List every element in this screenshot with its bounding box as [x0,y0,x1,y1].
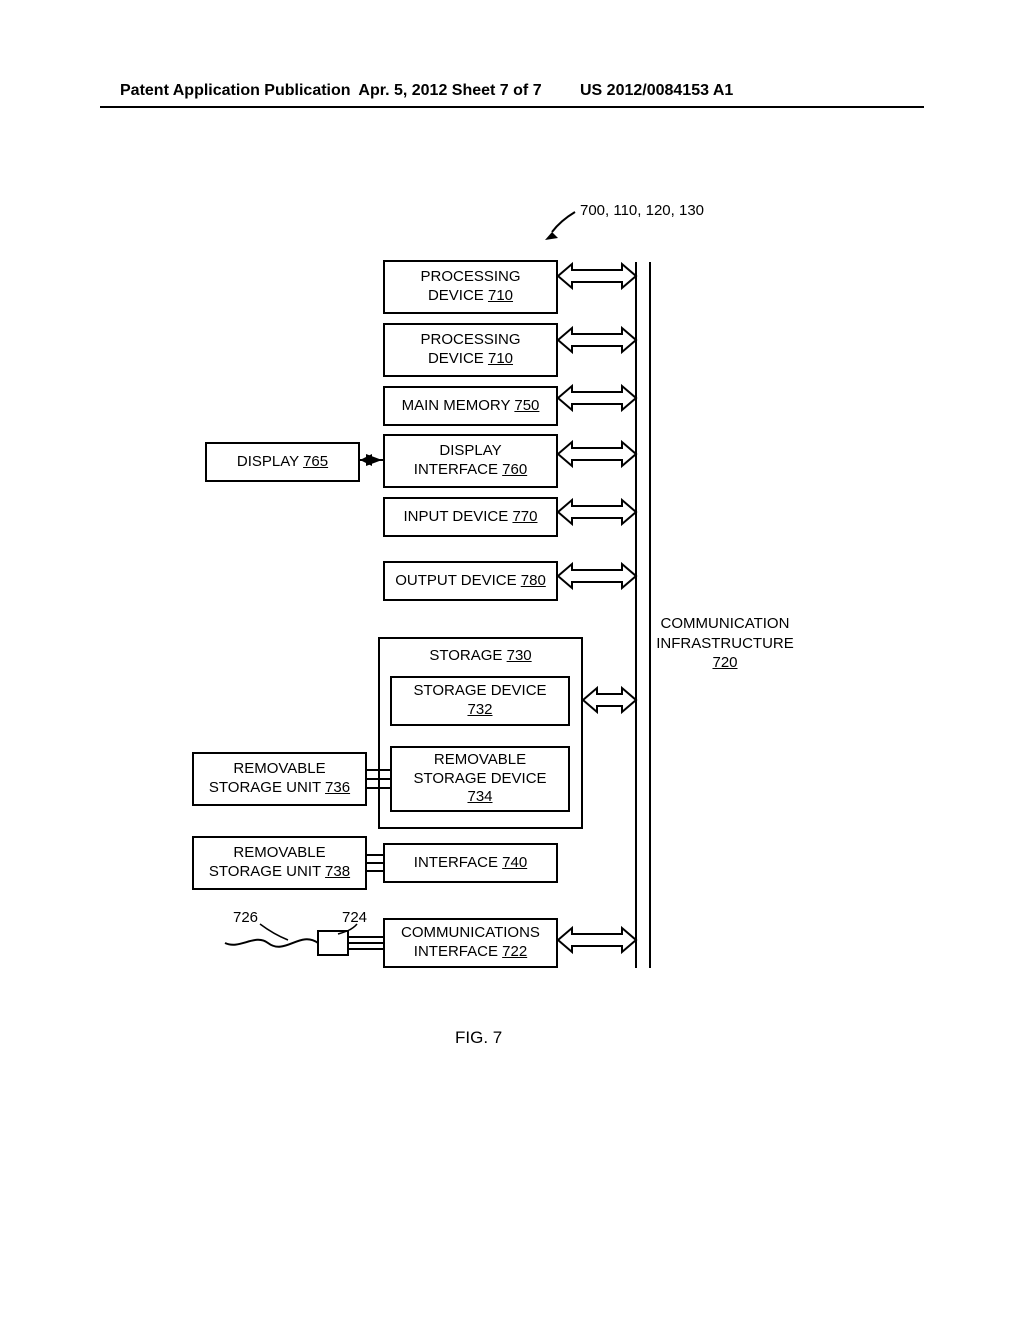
block-main-memory: MAIN MEMORY 750 [383,386,558,426]
line1: COMMUNICATION [640,614,810,634]
line1: COMMUNICATIONS [401,924,540,943]
line1: REMOVABLE [233,760,325,779]
line1: PROCESSING [420,331,520,350]
block-input-device: INPUT DEVICE 770 [383,497,558,537]
bus-arrow-icon [558,328,636,352]
line2: STORAGE DEVICE [413,770,546,789]
line2: DEVICE 710 [428,350,513,369]
line2: INTERFACE 722 [414,943,527,962]
pointer-label: 700, 110, 120, 130 [580,202,704,219]
block-display-interface: DISPLAY INTERFACE 760 [383,434,558,488]
bus-arrow-icon [558,386,636,410]
line: DISPLAY 765 [237,453,328,472]
line2: INTERFACE 760 [414,461,527,480]
line: INPUT DEVICE 770 [404,508,538,527]
block-removable-storage-device: REMOVABLE STORAGE DEVICE 734 [390,746,570,812]
line: OUTPUT DEVICE 780 [395,572,546,591]
bus-arrow-icon [558,442,636,466]
block-communications-interface: COMMUNICATIONS INTERFACE 722 [383,918,558,968]
block-interface-740: INTERFACE 740 [383,843,558,883]
block-display: DISPLAY 765 [205,442,360,482]
bus-arrow-icon [558,264,636,288]
line1: REMOVABLE [233,844,325,863]
figure-caption: FIG. 7 [455,1028,502,1048]
block-storage-device: STORAGE DEVICE 732 [390,676,570,726]
block-removable-unit-736: REMOVABLE STORAGE UNIT 736 [192,752,367,806]
bus-arrow-icon [558,928,636,952]
callout-724: 724 [342,909,367,926]
line3: 734 [467,788,492,807]
line1: PROCESSING [420,268,520,287]
bus-arrow-icon [558,500,636,524]
line2: STORAGE UNIT 738 [209,863,350,882]
path-724-box [318,931,348,955]
line3: 720 [640,653,810,673]
line: MAIN MEMORY 750 [402,397,540,416]
line2: 732 [467,701,492,720]
path-726-squiggle [225,939,318,947]
bus-label: COMMUNICATION INFRASTRUCTURE 720 [640,614,810,673]
block-processing-1: PROCESSING DEVICE 710 [383,260,558,314]
diagram-figure-7: 700, 110, 120, 130 PROCESSING DEVICE DEV… [0,0,1024,1320]
line: STORAGE 730 [429,647,531,666]
line1: STORAGE DEVICE [413,682,546,701]
line2: DEVICE 710 [428,287,513,306]
bus-arrow-icon [583,688,636,712]
line2: INFRASTRUCTURE [640,634,810,654]
line2: STORAGE UNIT 736 [209,779,350,798]
block-processing-2: PROCESSING DEVICE 710 [383,323,558,377]
block-removable-unit-738: REMOVABLE STORAGE UNIT 738 [192,836,367,890]
block-output-device: OUTPUT DEVICE 780 [383,561,558,601]
callout-726: 726 [233,909,258,926]
line: INTERFACE 740 [414,854,527,873]
bus-arrow-icon [558,564,636,588]
line1: DISPLAY [439,442,501,461]
line1: REMOVABLE [434,751,526,770]
